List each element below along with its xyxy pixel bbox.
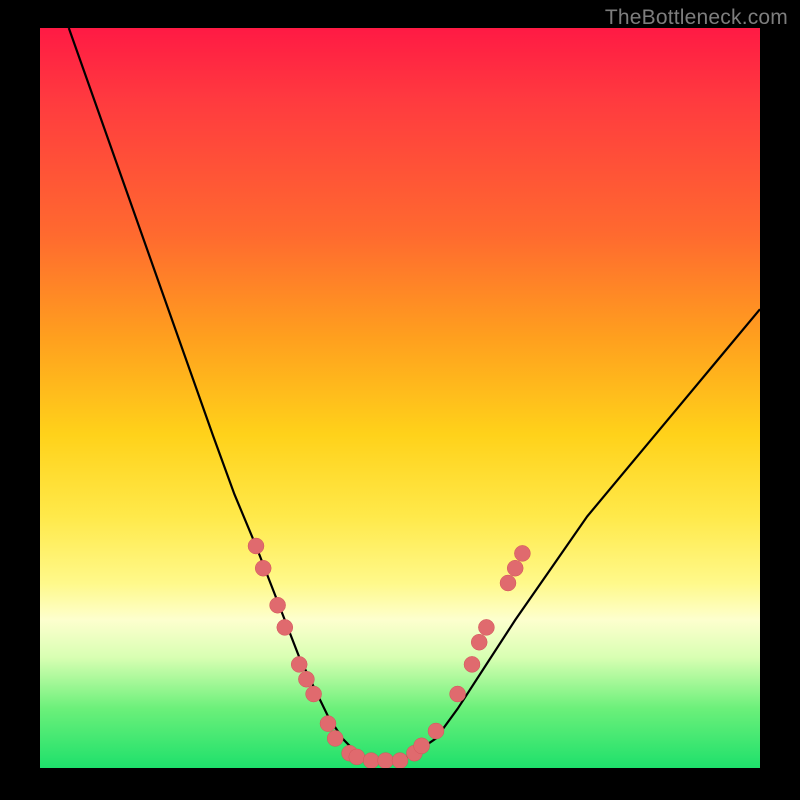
marker-group: [248, 538, 530, 768]
marker-dot: [255, 560, 271, 576]
marker-dot: [349, 749, 365, 765]
marker-dot: [298, 671, 314, 687]
marker-dot: [500, 575, 516, 591]
marker-dot: [248, 538, 264, 554]
marker-dot: [363, 753, 379, 768]
marker-dot: [306, 686, 322, 702]
marker-dot: [277, 619, 293, 635]
marker-dot: [392, 753, 408, 768]
plot-area: [40, 28, 760, 768]
marker-dot: [450, 686, 466, 702]
marker-dot: [478, 619, 494, 635]
marker-dot: [428, 723, 444, 739]
marker-dot: [327, 730, 343, 746]
bottleneck-curve: [69, 28, 760, 761]
marker-dot: [378, 753, 394, 768]
marker-dot: [270, 597, 286, 613]
chart-frame: TheBottleneck.com: [0, 0, 800, 800]
marker-dot: [414, 738, 430, 754]
chart-svg: [40, 28, 760, 768]
marker-dot: [471, 634, 487, 650]
watermark-text: TheBottleneck.com: [605, 6, 788, 30]
marker-dot: [464, 656, 480, 672]
marker-dot: [291, 656, 307, 672]
marker-dot: [514, 545, 530, 561]
marker-dot: [507, 560, 523, 576]
marker-dot: [320, 716, 336, 732]
